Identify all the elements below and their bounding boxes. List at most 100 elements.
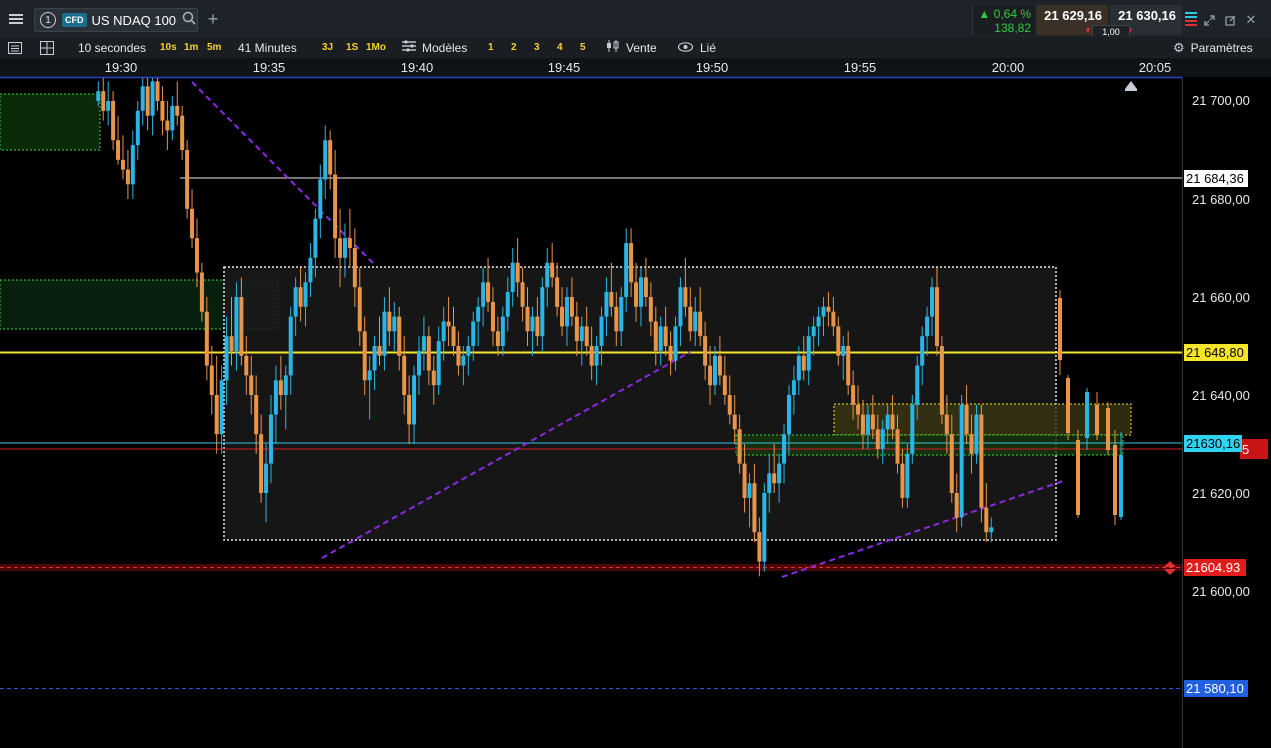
candle-body	[199, 272, 204, 312]
candle-body	[377, 346, 382, 356]
candle-body	[190, 208, 195, 239]
candle-body	[550, 262, 555, 278]
candle-body	[140, 86, 145, 111]
candle-body	[116, 140, 121, 160]
depth-icon[interactable]	[1184, 8, 1198, 30]
expand-icon[interactable]	[1201, 12, 1217, 28]
candle-body	[441, 321, 446, 342]
candle-body	[801, 355, 806, 371]
candle-body	[668, 346, 673, 361]
order-drag-icon[interactable]	[1163, 560, 1177, 576]
candle-body	[954, 493, 959, 518]
candle-body	[500, 316, 505, 346]
price-tag-red: 21604.93	[1184, 559, 1246, 576]
candle-body	[609, 292, 614, 307]
candle-body	[865, 414, 870, 435]
candle-body	[925, 316, 930, 337]
candle-body	[579, 326, 584, 342]
candle-body	[160, 101, 165, 121]
candle-body	[979, 414, 984, 508]
candle-body	[150, 81, 155, 116]
candle-body	[599, 316, 604, 346]
candle-body	[634, 282, 639, 307]
candle-body	[678, 287, 683, 327]
candle-body	[653, 321, 658, 351]
candle-body	[934, 287, 939, 346]
demand-zone-right[interactable]	[735, 434, 1124, 456]
scroll-handle-icon[interactable]	[1125, 81, 1137, 89]
price-tag-yellow: 21 648,80	[1184, 344, 1248, 361]
candle-body	[900, 463, 905, 498]
candle-body	[333, 174, 338, 239]
candle-body	[362, 331, 367, 381]
trendline-down[interactable]	[191, 81, 376, 266]
candle-body	[431, 370, 436, 386]
latest-candle-body	[1119, 455, 1123, 517]
candle-body	[234, 297, 239, 351]
price-tag-white: 21 684,36	[1184, 170, 1248, 187]
candle-body	[273, 380, 278, 415]
candle-body	[392, 316, 397, 332]
candle-body	[905, 453, 910, 498]
popout-icon[interactable]	[1222, 12, 1238, 28]
candle-body	[412, 375, 417, 425]
latest-candle-body	[1058, 298, 1062, 360]
candle-body	[402, 355, 407, 395]
candle-body	[170, 105, 175, 131]
candle-body	[530, 316, 535, 332]
candle-body	[268, 414, 273, 464]
candle-body	[796, 355, 801, 381]
candle-body	[323, 140, 328, 180]
candle-body	[101, 91, 106, 111]
candle-body	[693, 311, 698, 332]
candle-body	[318, 179, 323, 219]
latest-candle-body	[1095, 405, 1099, 435]
candle-body	[875, 429, 880, 449]
candle-body	[165, 120, 170, 131]
demand-zone-top-left[interactable]	[0, 93, 101, 151]
candle-body	[214, 395, 219, 435]
candle-body	[826, 306, 831, 312]
candle-body	[569, 297, 574, 317]
candle-body	[397, 316, 402, 356]
candle-body	[629, 243, 634, 283]
latest-candle-body	[1066, 378, 1070, 433]
candle-body	[357, 287, 362, 332]
candle-body	[540, 287, 545, 337]
price-tick: 21 620,00	[1192, 486, 1250, 501]
candle-body	[643, 277, 648, 297]
candle-body	[683, 287, 688, 307]
candle-body	[293, 287, 298, 317]
candle-body	[416, 350, 421, 376]
candle-body	[313, 218, 318, 258]
candle-body	[342, 238, 347, 258]
candle-body	[984, 507, 989, 533]
candle-body	[490, 301, 495, 332]
candle-body	[125, 169, 130, 185]
candle-body	[407, 395, 412, 425]
candle-body	[209, 365, 214, 395]
candle-body	[959, 404, 964, 518]
close-icon[interactable]: ✕	[1243, 12, 1259, 28]
candle-body	[224, 336, 229, 381]
latest-candle-body	[1106, 408, 1110, 450]
candle-body	[130, 145, 135, 185]
candle-body	[180, 115, 185, 150]
candle-body	[786, 395, 791, 435]
candle-body	[106, 101, 111, 111]
candle-body	[791, 380, 796, 395]
candle-body	[752, 483, 757, 533]
candle-body	[283, 375, 288, 395]
candle-body	[564, 297, 569, 327]
candle-body	[185, 150, 190, 209]
candle-body	[969, 434, 974, 454]
candle-body	[624, 243, 629, 297]
settings-button[interactable]: ⚙ Paramètres	[1173, 37, 1253, 58]
price-chart[interactable]	[0, 0, 1182, 748]
price-tag-red-partial: 5	[1240, 439, 1268, 459]
candle-body	[737, 429, 742, 464]
candle-body	[885, 414, 890, 430]
candle-body	[777, 463, 782, 484]
candle-body	[910, 404, 915, 454]
candle-body	[486, 282, 491, 302]
